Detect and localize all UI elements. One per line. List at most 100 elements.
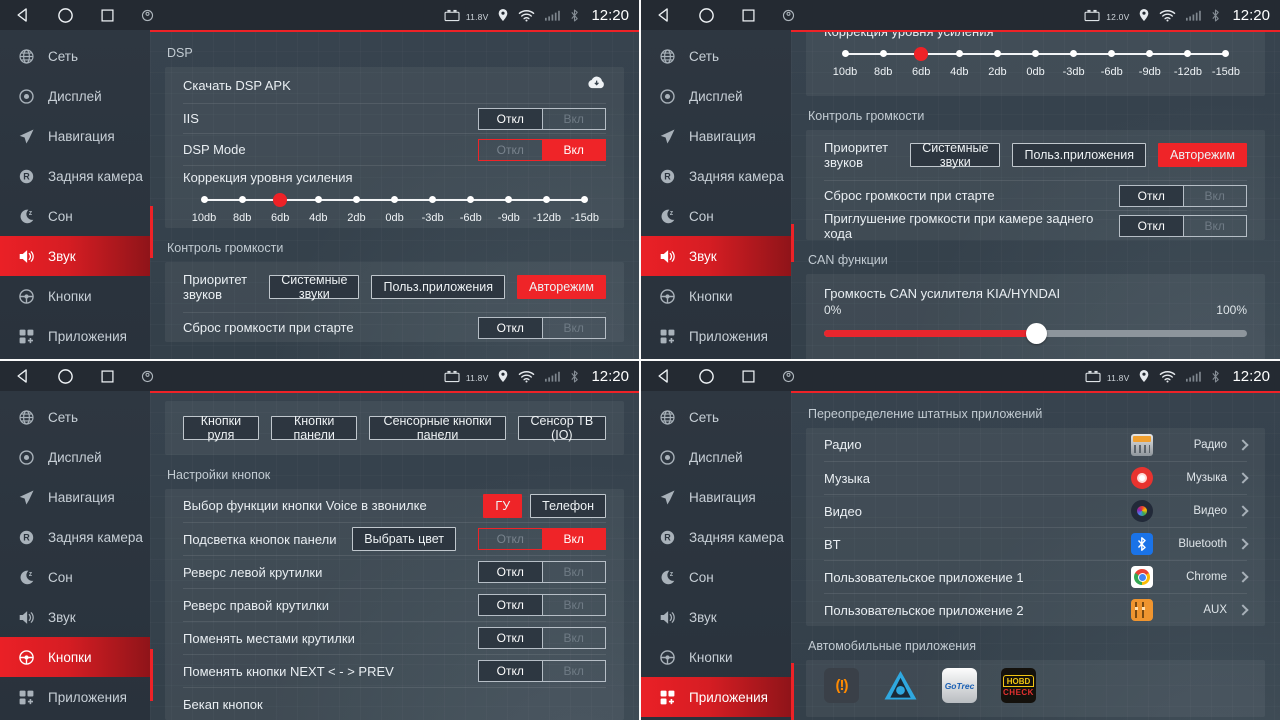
iis-toggle[interactable]: ОтклВкл xyxy=(478,108,606,130)
obd-check-app-icon[interactable]: HOBDCHECK xyxy=(1001,668,1036,703)
sidebar-item[interactable]: Дисплей xyxy=(0,76,150,116)
toggle-off-option[interactable]: Откл xyxy=(479,318,543,338)
toggle-on-option[interactable]: Вкл xyxy=(1184,216,1247,236)
app-row[interactable]: Радио Радио xyxy=(824,428,1247,461)
toggle-off-option[interactable]: Откл xyxy=(479,529,543,549)
cloud-download-icon[interactable] xyxy=(585,75,606,95)
sidebar-item[interactable]: Дисплей xyxy=(641,76,791,116)
home-button[interactable] xyxy=(57,368,74,385)
setting-toggle[interactable]: ОтклВкл xyxy=(478,561,606,583)
sidebar-item[interactable]: RЗадняя камера xyxy=(0,517,150,557)
toggle-on-option[interactable]: Вкл xyxy=(543,109,606,129)
sidebar-item[interactable]: Сеть xyxy=(641,397,791,437)
slider-tick[interactable]: -9db xyxy=(490,191,528,224)
sidebar-item[interactable]: Дисплей xyxy=(0,437,150,477)
slider-tick[interactable]: 0db xyxy=(1016,45,1054,78)
back-button[interactable] xyxy=(15,7,31,23)
toggle-on-option[interactable]: Вкл xyxy=(543,661,606,681)
sidebar-item[interactable]: Приложения xyxy=(641,316,791,356)
button-group-tab[interactable]: Кнопки панели xyxy=(271,416,358,440)
sidebar-item[interactable]: Навигация xyxy=(0,116,150,156)
sidebar-item[interactable]: zСон xyxy=(0,196,150,236)
slider-tick[interactable]: -12db xyxy=(1169,45,1207,78)
setting-toggle[interactable]: ОтклВкл xyxy=(1119,215,1247,237)
slider-tick[interactable]: 10db xyxy=(185,191,223,224)
slider-tick[interactable]: 6db xyxy=(261,191,299,224)
auto-mode-button[interactable]: Авторежим xyxy=(517,275,606,299)
sidebar-item[interactable]: Сеть xyxy=(0,397,150,437)
button-group-tab[interactable]: Кнопки руля xyxy=(183,416,259,440)
home-button[interactable] xyxy=(698,368,715,385)
sidebar-item[interactable]: Кнопки xyxy=(0,276,150,316)
sidebar-item[interactable]: Кнопки xyxy=(641,276,791,316)
slider-tick[interactable]: -6db xyxy=(1093,45,1131,78)
slider-tick[interactable]: -15db xyxy=(1207,45,1245,78)
sidebar-item[interactable]: zСон xyxy=(0,557,150,597)
sidebar-item[interactable]: RЗадняя камера xyxy=(0,156,150,196)
sidebar-item[interactable]: Приложения xyxy=(641,677,791,717)
app-row[interactable]: Музыка Музыка xyxy=(824,461,1247,494)
can-volume-slider[interactable] xyxy=(824,322,1247,344)
system-sounds-button[interactable]: Системные звуки xyxy=(269,275,359,299)
button-group-tab[interactable]: Сенсор ТВ (IO) xyxy=(518,416,606,440)
slider-thumb[interactable] xyxy=(1026,323,1047,344)
toggle-on-option[interactable]: Вкл xyxy=(543,529,606,549)
dsp-mode-toggle[interactable]: ОтклВкл xyxy=(478,139,606,161)
recents-button[interactable] xyxy=(741,369,756,384)
toggle-on-option[interactable]: Вкл xyxy=(543,140,606,160)
slider-tick[interactable]: -15db xyxy=(566,191,604,224)
auto-mode-button[interactable]: Авторежим xyxy=(1158,143,1247,167)
tpms-app-icon[interactable]: (!) xyxy=(824,668,859,703)
backup-buttons-row[interactable]: Бекап кнопок xyxy=(183,687,606,720)
slider-tick[interactable]: 2db xyxy=(978,45,1016,78)
back-button[interactable] xyxy=(656,7,672,23)
scrollbar[interactable] xyxy=(791,224,794,262)
user-apps-button[interactable]: Польз.приложения xyxy=(1012,143,1146,167)
gain-slider[interactable]: 10db8db6db4db2db0db-3db-6db-9db-12db-15d… xyxy=(824,43,1247,82)
sidebar-item[interactable]: Сеть xyxy=(0,36,150,76)
toggle-on-option[interactable]: Вкл xyxy=(543,562,606,582)
app-row[interactable]: Пользовательское приложение 2 AUX xyxy=(824,593,1247,626)
slider-tick[interactable]: -12db xyxy=(528,191,566,224)
setting-toggle[interactable]: ОтклВкл xyxy=(478,627,606,649)
slider-tick[interactable]: 0db xyxy=(375,191,413,224)
app-row[interactable]: Пользовательское приложение 1 Chrome xyxy=(824,560,1247,593)
slider-tick[interactable]: 8db xyxy=(223,191,261,224)
sidebar-item[interactable]: RЗадняя камера xyxy=(641,517,791,557)
head-unit-button[interactable]: ГУ xyxy=(483,494,522,518)
home-button[interactable] xyxy=(698,7,715,24)
sidebar-item[interactable]: Кнопки xyxy=(0,637,150,677)
pick-color-button[interactable]: Выбрать цвет xyxy=(352,527,456,551)
slider-tick[interactable]: -9db xyxy=(1131,45,1169,78)
app-row[interactable]: Видео Видео xyxy=(824,494,1247,527)
slider-tick[interactable]: -6db xyxy=(452,191,490,224)
slider-tick[interactable]: 2db xyxy=(337,191,375,224)
sidebar-item[interactable]: RЗадняя камера xyxy=(641,156,791,196)
sidebar-item[interactable]: Навигация xyxy=(641,116,791,156)
toggle-on-option[interactable]: Вкл xyxy=(543,318,606,338)
toggle-off-option[interactable]: Откл xyxy=(479,628,543,648)
backlight-toggle[interactable]: ОтклВкл xyxy=(478,528,606,550)
toggle-on-option[interactable]: Вкл xyxy=(543,628,606,648)
scrollbar[interactable] xyxy=(150,649,153,701)
setting-toggle[interactable]: ОтклВкл xyxy=(1119,185,1247,207)
toggle-off-option[interactable]: Откл xyxy=(479,109,543,129)
sidebar-item[interactable]: Звук xyxy=(641,236,791,276)
setting-toggle[interactable]: ОтклВкл xyxy=(478,660,606,682)
slider-tick[interactable]: 6db xyxy=(902,45,940,78)
sidebar-item[interactable]: Звук xyxy=(0,236,150,276)
back-button[interactable] xyxy=(15,368,31,384)
button-group-tab[interactable]: Сенсорные кнопки панели xyxy=(369,416,505,440)
toggle-off-option[interactable]: Откл xyxy=(1120,216,1184,236)
sidebar-item[interactable]: Приложения xyxy=(0,677,150,717)
toggle-off-option[interactable]: Откл xyxy=(1120,186,1184,206)
system-sounds-button[interactable]: Системные звуки xyxy=(910,143,1000,167)
sidebar-item[interactable]: zСон xyxy=(641,557,791,597)
phone-button[interactable]: Телефон xyxy=(530,494,606,518)
slider-tick[interactable]: -3db xyxy=(1055,45,1093,78)
sidebar-item[interactable]: Звук xyxy=(641,597,791,637)
android-auto-app-icon[interactable] xyxy=(883,668,918,703)
slider-tick[interactable]: 10db xyxy=(826,45,864,78)
recents-button[interactable] xyxy=(741,8,756,23)
slider-tick[interactable]: 4db xyxy=(299,191,337,224)
